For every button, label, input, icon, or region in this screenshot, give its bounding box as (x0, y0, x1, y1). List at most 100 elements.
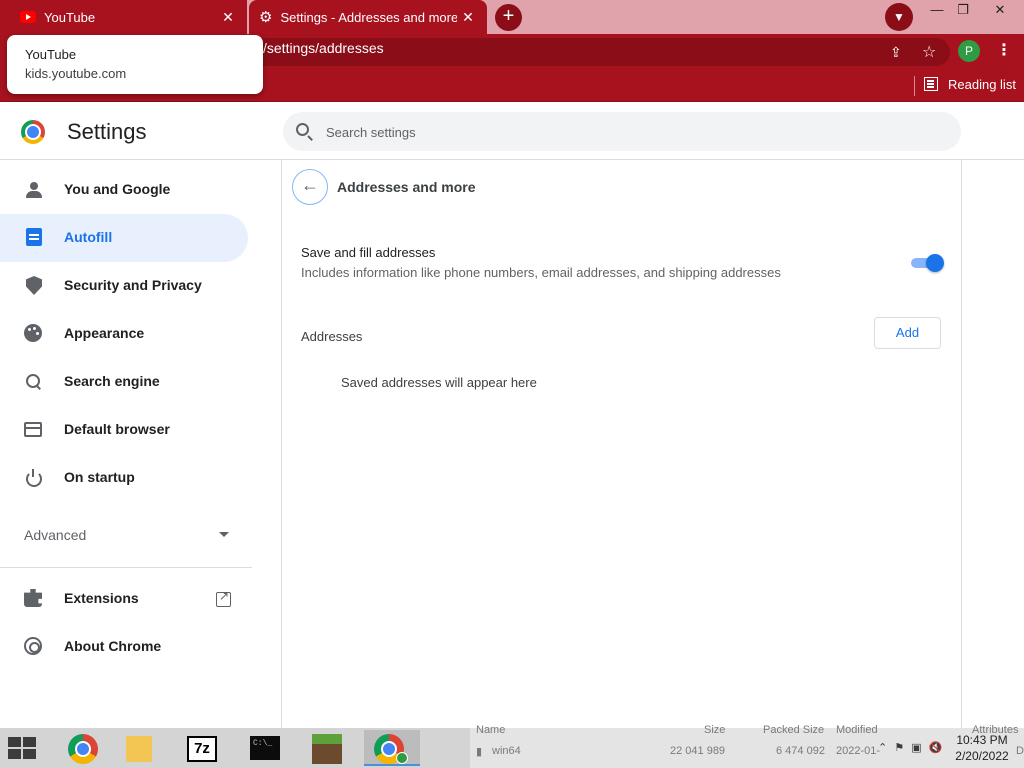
empty-addresses-message: Saved addresses will appear here (341, 375, 537, 390)
sidebar-item-extensions[interactable]: Extensions (0, 575, 248, 623)
taskbar-minecraft[interactable] (302, 730, 354, 766)
sidebar-item-label: Security and Privacy (64, 277, 202, 293)
profile-avatar[interactable]: P (958, 40, 980, 62)
settings-sidebar: You and Google Autofill Security and Pri… (0, 160, 280, 728)
sidebar-item-autofill[interactable]: Autofill (0, 214, 248, 262)
tab-search-button[interactable]: ▼ (885, 3, 913, 31)
file-row-name: win64 (492, 745, 521, 757)
person-icon (24, 180, 44, 200)
clock-time: 10:43 PM (956, 733, 1008, 747)
toggle-knob (926, 254, 944, 272)
column-header-name: Name (476, 724, 506, 736)
share-icon[interactable]: ⇪ (890, 44, 902, 61)
sidebar-item-label: You and Google (64, 181, 171, 197)
add-address-button[interactable]: Add (874, 317, 941, 349)
save-fill-description: Includes information like phone numbers,… (301, 265, 781, 280)
addresses-card: ← Addresses and more Save and fill addre… (281, 160, 962, 728)
folder-row-icon: ▮ (476, 746, 483, 758)
search-settings-input[interactable] (318, 121, 918, 143)
sidebar-item-label: About Chrome (64, 638, 162, 654)
taskbar-file-explorer[interactable] (114, 730, 166, 766)
sidebar-item-label: Extensions (64, 590, 139, 606)
profile-badge-icon (396, 752, 408, 764)
column-header-size: Size (704, 724, 726, 736)
tab-title: Settings - Addresses and more (280, 9, 457, 25)
folder-icon (126, 736, 152, 762)
sidebar-item-security[interactable]: Security and Privacy (0, 262, 248, 310)
start-button[interactable] (8, 737, 38, 759)
youtube-icon (20, 11, 36, 23)
close-window-button[interactable]: ✕ (976, 0, 1024, 22)
palette-icon (24, 324, 42, 342)
column-header-modified: Modified (836, 724, 878, 736)
save-fill-toggle[interactable] (909, 254, 944, 272)
clipboard-icon (26, 228, 42, 246)
bookmark-star-icon[interactable]: ☆ (922, 42, 936, 62)
file-row-packed: 6 474 092 (776, 745, 825, 757)
new-tab-button[interactable]: + (495, 4, 522, 31)
puzzle-icon (24, 589, 42, 607)
subpage-title: Addresses and more (337, 179, 476, 195)
addresses-heading: Addresses (301, 329, 363, 344)
advanced-section-toggle[interactable]: Advanced (24, 527, 86, 543)
divider (0, 567, 252, 568)
url-text[interactable]: /settings/addresses (263, 39, 384, 57)
chrome-logo-icon (21, 120, 45, 144)
file-row-size: 22 041 989 (670, 745, 726, 757)
more-menu-icon[interactable]: ⋮ (996, 40, 1012, 60)
sidebar-item-label: Default browser (64, 421, 170, 437)
sidebar-item-label: Search engine (64, 373, 160, 389)
clock-date: 2/20/2022 (955, 749, 1009, 763)
close-tab-icon[interactable]: ✕ (457, 9, 479, 26)
page-title: Settings (67, 119, 147, 144)
taskbar-chrome-profile[interactable] (364, 730, 420, 766)
sidebar-item-you-and-google[interactable]: You and Google (0, 166, 248, 214)
power-icon (24, 468, 44, 488)
taskbar-chrome[interactable] (58, 730, 110, 766)
tab-hover-card: YouTube kids.youtube.com (7, 35, 263, 94)
tab-strip: YouTube ✕ ⚙ Settings - Addresses and mor… (0, 0, 1024, 34)
divider (914, 76, 915, 96)
tab-title: YouTube (44, 9, 96, 25)
chevron-down-icon[interactable] (219, 532, 229, 537)
column-header-packed: Packed Size (763, 724, 825, 736)
back-arrow-icon: ← (301, 175, 319, 195)
sidebar-item-label: Appearance (64, 325, 145, 341)
sidebar-item-about-chrome[interactable]: About Chrome (0, 623, 248, 671)
7zip-icon: 7z (187, 736, 217, 762)
file-row-attr: D (1016, 745, 1024, 757)
settings-header: Settings (0, 103, 1024, 160)
taskbar-7zip[interactable]: 7z (177, 730, 229, 766)
hover-card-title: YouTube (25, 47, 77, 62)
external-link-icon (216, 589, 231, 607)
sidebar-item-appearance[interactable]: Appearance (0, 310, 248, 358)
back-button[interactable]: ← (292, 169, 328, 205)
search-icon (24, 372, 44, 392)
tab-settings[interactable]: ⚙ Settings - Addresses and more ✕ (249, 0, 487, 34)
sidebar-item-label: On startup (64, 469, 135, 485)
maximize-button[interactable]: ❐ (946, 0, 980, 22)
system-tray-icons[interactable]: ⌃ ⚑ ▣ 🔇 (878, 741, 944, 754)
url-path: /settings/addresses (263, 40, 384, 56)
file-row-modified: 2022-01- (836, 745, 881, 757)
search-icon (296, 123, 309, 136)
chrome-icon (24, 637, 42, 655)
hover-card-url: kids.youtube.com (25, 66, 127, 81)
tab-youtube[interactable]: YouTube ✕ (0, 0, 247, 34)
windows-taskbar: Name Size Packed Size Modified Attribute… (0, 724, 1024, 768)
save-fill-title: Save and fill addresses (301, 245, 436, 260)
chrome-icon (68, 734, 98, 764)
taskbar-clock[interactable]: 10:43 PM 2/20/2022 (950, 732, 1014, 764)
reading-list-icon[interactable] (924, 77, 938, 91)
sidebar-item-on-startup[interactable]: On startup (0, 454, 248, 502)
terminal-icon: C:\_ (250, 736, 280, 760)
sidebar-item-label: Autofill (64, 229, 113, 245)
reading-list-button[interactable]: Reading list (948, 77, 1016, 92)
taskbar-command-prompt[interactable]: C:\_ (240, 730, 292, 766)
close-tab-icon[interactable]: ✕ (217, 9, 239, 26)
sidebar-item-search-engine[interactable]: Search engine (0, 358, 248, 406)
gear-icon: ⚙ (259, 9, 273, 26)
shield-icon (26, 276, 42, 295)
grass-block-icon (312, 734, 342, 764)
sidebar-item-default-browser[interactable]: Default browser (0, 406, 248, 454)
